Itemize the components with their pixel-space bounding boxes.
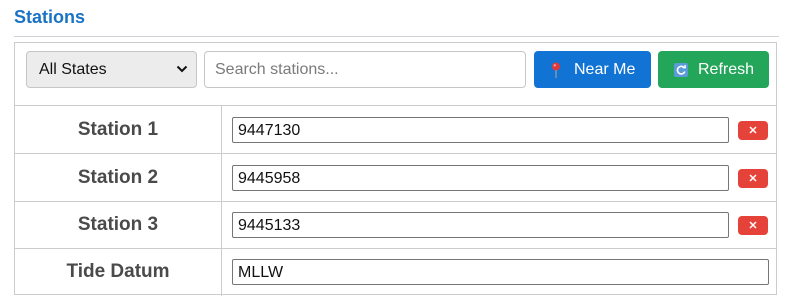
station-row: Station 2 9445958 (15, 154, 776, 202)
station-label: Station 2 (15, 154, 222, 201)
chevron-down-icon (176, 65, 188, 73)
search-placeholder: Search stations... (215, 61, 339, 78)
state-select[interactable]: All States (26, 51, 197, 88)
tide-datum-value: MLLW (238, 264, 284, 281)
close-icon (749, 174, 757, 182)
section-title: Stations (14, 7, 86, 27)
tide-datum-input[interactable]: MLLW (232, 259, 769, 285)
stations-panel: All States Search stations... Near Me Re… (14, 42, 777, 296)
station-id-input[interactable]: 9447130 (232, 117, 729, 143)
station-id-input[interactable]: 9445958 (232, 165, 729, 191)
map-pin-icon (552, 62, 560, 78)
station-id-value: 9445133 (238, 217, 301, 234)
refresh-button[interactable]: Refresh (658, 51, 769, 88)
state-select-value: All States (39, 61, 107, 78)
station-id-value: 9445958 (238, 170, 301, 187)
station-id-value: 9447130 (238, 122, 301, 139)
stations-toolbar: All States Search stations... Near Me Re… (15, 43, 776, 106)
near-me-label: Near Me (574, 61, 636, 78)
station-label: Station 3 (15, 201, 222, 248)
refresh-label: Refresh (698, 61, 755, 78)
close-icon (749, 221, 757, 229)
station-row: Station 3 9445133 (15, 201, 776, 249)
station-row: Station 1 9447130 (15, 106, 776, 154)
near-me-button[interactable]: Near Me (534, 51, 651, 88)
remove-station-button[interactable] (738, 121, 768, 140)
refresh-icon (674, 63, 688, 77)
close-icon (749, 126, 757, 134)
station-label: Station 1 (15, 106, 222, 153)
tide-datum-row: Tide Datum MLLW (15, 248, 776, 296)
station-id-input[interactable]: 9445133 (232, 212, 729, 238)
title-divider (14, 36, 779, 37)
remove-station-button[interactable] (738, 169, 768, 188)
remove-station-button[interactable] (738, 216, 768, 235)
search-input[interactable]: Search stations... (204, 51, 526, 88)
tide-datum-label: Tide Datum (15, 248, 222, 296)
